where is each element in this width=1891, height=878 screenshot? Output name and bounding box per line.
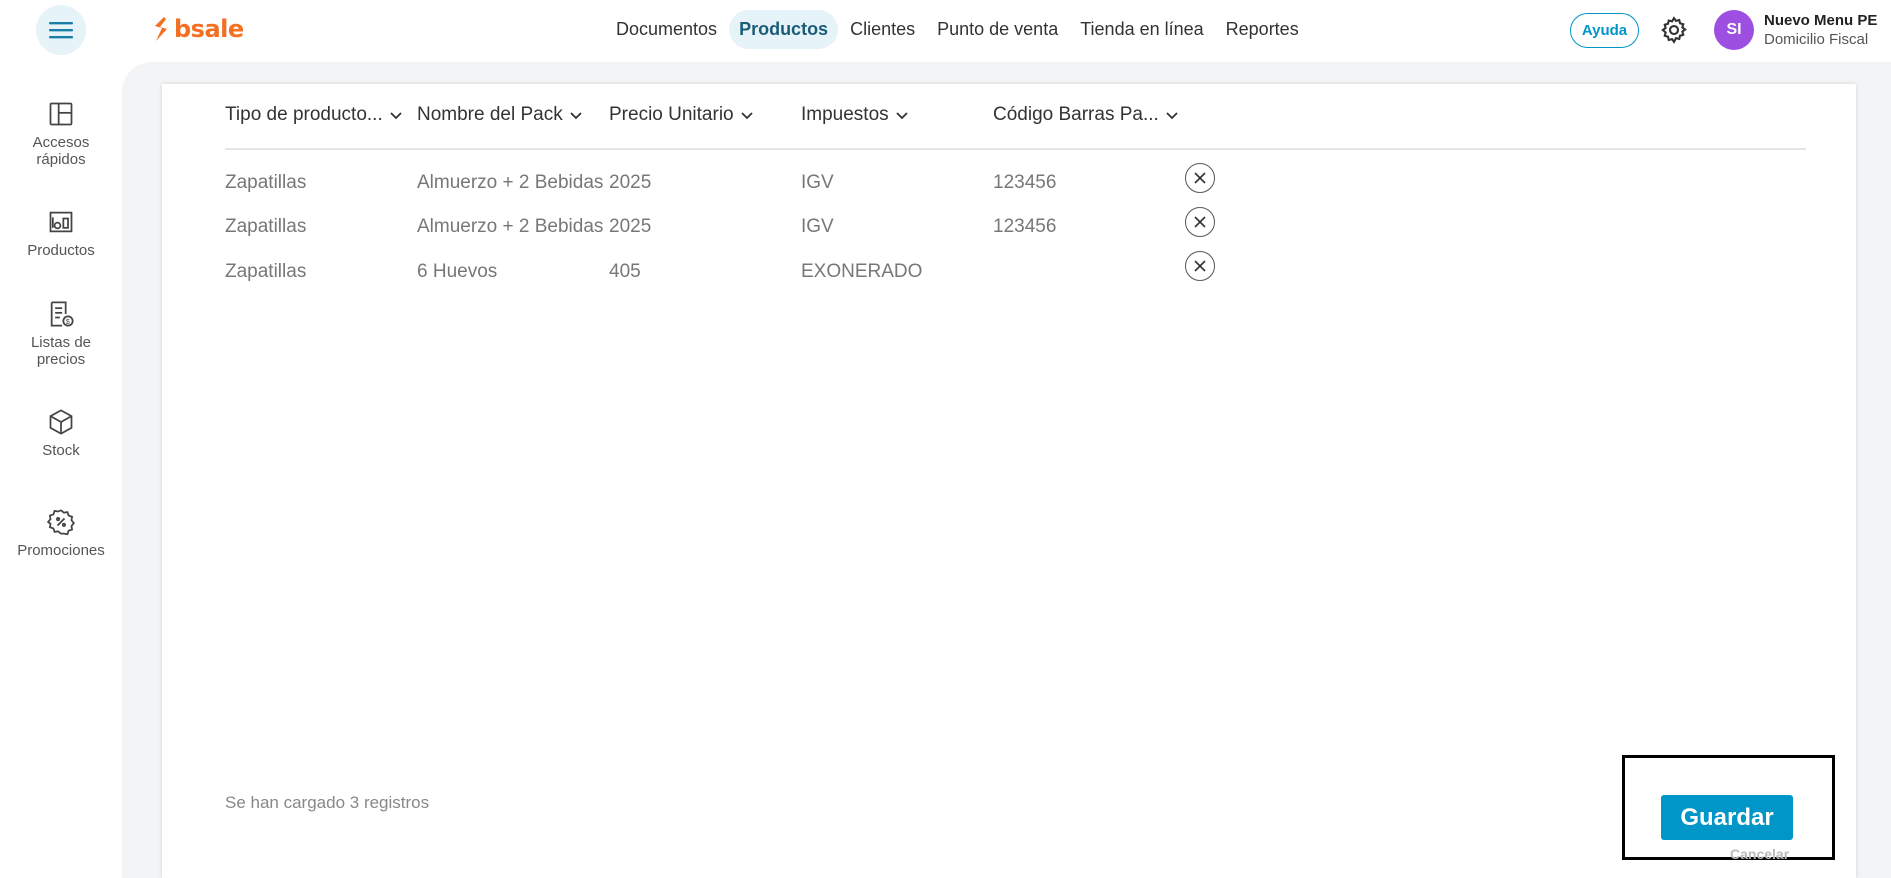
logo-text: bsale [174,15,244,43]
records-loaded-status: Se han cargado 3 registros [225,793,430,812]
cell-precio-unitario: 405 [609,261,641,282]
chevron-down-icon [390,112,402,120]
sidebar-item-promociones[interactable]: Promociones [0,508,122,559]
cancel-link[interactable]: Cancelar [1730,846,1789,862]
sidebar-item-label: Accesos rápidos [32,134,90,168]
column-header-label: Nombre del Pack [417,104,563,125]
sidebar: Accesos rápidos Productos $ Listas de pr… [0,62,122,878]
cell-impuestos: IGV [801,216,834,237]
column-header-label: Precio Unitario [609,104,734,125]
close-icon [1194,216,1206,228]
nav-clientes[interactable]: Clientes [840,10,925,49]
nav-tienda-en-linea[interactable]: Tienda en línea [1070,10,1213,49]
gear-icon[interactable] [1659,15,1689,45]
box-icon [49,409,73,435]
cell-nombre-pack: 6 Huevos [417,261,498,282]
sidebar-item-stock[interactable]: Stock [0,408,122,459]
sidebar-item-label: Productos [27,242,95,259]
user-menu[interactable]: Nuevo Menu PE Domicilio Fiscal [1764,11,1877,49]
nav-productos[interactable]: Productos [729,10,839,49]
cell-precio-unitario: 2025 [609,216,652,237]
chevron-down-icon [896,112,908,120]
cell-impuestos: IGV [801,172,834,193]
sidebar-item-listas-de-precios[interactable]: $ Listas de precios [0,300,122,368]
column-header-label: Código Barras Pa... [993,104,1159,125]
price-list-icon: $ [50,301,74,327]
bsale-logo[interactable]: bsale [152,15,244,43]
close-icon [1194,172,1206,184]
cell-tipo-producto: Zapatillas [225,261,307,282]
layout-icon [49,102,73,126]
cell-impuestos: EXONERADO [801,261,923,282]
percent-badge-icon [47,509,75,536]
sidebar-item-productos[interactable]: Productos [0,208,122,259]
main-nav: Documentos Productos Clientes Punto de v… [606,10,1309,49]
column-header-impuestos[interactable]: Impuestos [801,104,909,126]
products-icon [49,211,73,233]
cell-tipo-producto: Zapatillas [225,172,307,193]
hamburger-menu-button[interactable] [36,5,86,55]
nav-punto-de-venta[interactable]: Punto de venta [927,10,1068,49]
nav-documentos[interactable]: Documentos [606,10,727,49]
user-name: Nuevo Menu PE [1764,12,1878,29]
cell-nombre-pack: Almuerzo + 2 Bebidas [417,172,604,193]
cell-codigo-barras: 123456 [993,216,1057,237]
sidebar-item-label: Listas de precios [30,334,92,368]
column-header-codigo-barras[interactable]: Código Barras Pa... [993,104,1179,126]
cell-codigo-barras: 123456 [993,172,1057,193]
column-header-tipo-producto[interactable]: Tipo de producto... [225,104,403,126]
content-card [162,84,1856,878]
remove-row-button[interactable] [1185,207,1215,237]
cell-nombre-pack: Almuerzo + 2 Bebidas [417,216,604,237]
header-divider [225,148,1806,150]
top-bar: bsale Documentos Productos Clientes Punt… [0,0,1891,62]
column-header-label: Impuestos [801,104,889,125]
save-button[interactable]: Guardar [1661,795,1793,840]
chevron-down-icon [1166,112,1178,120]
remove-row-button[interactable] [1185,163,1215,193]
close-icon [1194,260,1206,272]
column-header-label: Tipo de producto... [225,104,383,125]
svg-text:$: $ [66,319,70,326]
avatar[interactable]: SI [1714,10,1754,50]
cell-tipo-producto: Zapatillas [225,216,307,237]
sidebar-item-label: Promociones [17,542,105,559]
sidebar-item-label: Stock [42,442,80,459]
cell-precio-unitario: 2025 [609,172,652,193]
bsale-logo-mark-icon [155,17,167,41]
help-button[interactable]: Ayuda [1570,13,1639,48]
user-location: Domicilio Fiscal [1764,31,1869,48]
chevron-down-icon [570,112,582,120]
chevron-down-icon [740,112,753,120]
remove-row-button[interactable] [1185,251,1215,281]
column-header-precio-unitario[interactable]: Precio Unitario [609,104,754,126]
column-header-nombre-pack[interactable]: Nombre del Pack [417,104,583,126]
sidebar-item-accesos-rapidos[interactable]: Accesos rápidos [0,100,122,168]
hamburger-icon [49,22,73,39]
nav-reportes[interactable]: Reportes [1216,10,1309,49]
